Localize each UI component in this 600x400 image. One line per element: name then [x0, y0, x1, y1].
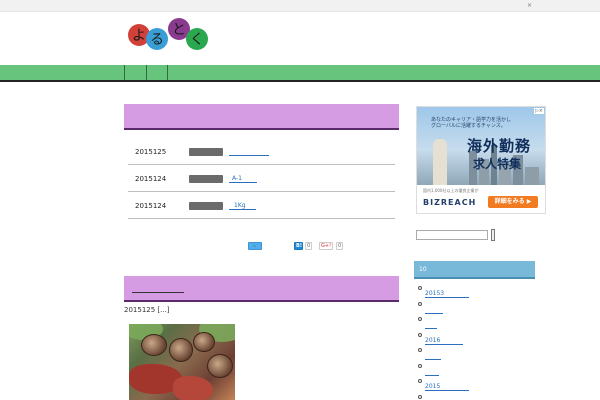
archive-link[interactable]: 2015: [425, 384, 469, 391]
logo-char-4: く: [186, 28, 208, 50]
archive-link[interactable]: [425, 322, 437, 329]
post-title-link[interactable]: [132, 292, 184, 293]
bizreach-ad-banner[interactable]: あなたのキャリア・語学力を活かし グローバルに活躍するチャンス。 海外勤務 求人…: [416, 106, 546, 214]
ad-close-icon[interactable]: ▷×: [533, 108, 544, 114]
merlion-statue: [433, 139, 447, 185]
post-panel-header: [124, 276, 399, 302]
bullet-icon: [418, 379, 422, 383]
nav-item-1[interactable]: [124, 65, 146, 80]
bullet-icon: [418, 363, 422, 368]
hatena-count: 0: [305, 242, 313, 250]
twitter-share-button[interactable]: 🐦: [248, 242, 262, 250]
bullet-icon: [418, 286, 422, 290]
ad-details-button[interactable]: 詳細をみる ▶: [488, 196, 538, 208]
main-nav: [0, 65, 600, 82]
news-link[interactable]: A-1: [229, 175, 257, 183]
archive-item: [418, 394, 478, 400]
news-category-badge[interactable]: [189, 202, 223, 210]
ad-small-text: 国内1,000社以上の優良企業が: [423, 188, 479, 193]
archive-item: [418, 301, 478, 314]
archive-item: 2015: [418, 379, 478, 391]
archive-item: [418, 348, 478, 360]
news-date: 2015125: [135, 148, 167, 156]
archive-link[interactable]: 2016: [425, 337, 463, 345]
close-icon[interactable]: ×: [527, 2, 532, 9]
twitter-icon: 🐦: [251, 243, 259, 249]
archive-link[interactable]: [425, 307, 443, 314]
logo-char-2: る: [146, 28, 168, 50]
nav-item-3[interactable]: [167, 65, 168, 80]
hatena-bookmark-button[interactable]: B!: [294, 242, 303, 250]
archive-link[interactable]: [425, 353, 441, 360]
news-item: 2015124 1Kg: [128, 192, 395, 219]
archive-title: 10: [419, 266, 427, 273]
archive-item: [418, 363, 478, 376]
archive-item: 2016: [418, 332, 478, 345]
news-item: 2015124 A-1: [128, 165, 395, 192]
ad-subtitle: あなたのキャリア・語学力を活かし グローバルに活躍するチャンス。: [431, 117, 512, 129]
ad-footer: 国内1,000社以上の優良企業が BIZREACH 詳細をみる ▶: [417, 185, 545, 213]
news-date: 2015124: [135, 202, 167, 210]
news-category-badge[interactable]: [189, 148, 223, 156]
archive-link[interactable]: [425, 369, 439, 376]
ad-brand-logo: BIZREACH: [423, 198, 477, 207]
news-item: 2015125: [128, 138, 395, 165]
top-bar: ×: [0, 0, 600, 12]
news-category-badge[interactable]: [189, 175, 223, 183]
news-date: 2015124: [135, 175, 167, 183]
archive-item: [418, 317, 478, 329]
ad-title: 海外勤務: [467, 137, 532, 155]
archive-widget-header: 10: [414, 261, 535, 279]
news-panel-header: [124, 104, 399, 130]
bullet-icon: [418, 348, 422, 352]
nav-item-2[interactable]: [146, 65, 167, 80]
ad-title-2: 求人特集: [473, 157, 522, 171]
archive-item: 20153: [418, 286, 478, 298]
search-input[interactable]: [416, 230, 488, 240]
news-link[interactable]: 1Kg: [229, 202, 256, 210]
bullet-icon: [418, 301, 422, 306]
bullet-icon: [418, 317, 422, 321]
search-button[interactable]: [491, 229, 495, 241]
news-link[interactable]: [229, 148, 269, 156]
archive-link[interactable]: 20153: [425, 291, 469, 298]
gplus-count: 0: [336, 242, 344, 250]
news-list: 2015125 2015124 A-1 2015124 1Kg: [128, 138, 395, 219]
bullet-icon: [418, 394, 422, 399]
post-meta: 2015125 [...]: [124, 306, 170, 314]
site-logo[interactable]: よ る と く: [126, 18, 210, 52]
post-thumbnail[interactable]: [129, 324, 235, 400]
bullet-icon: [418, 332, 422, 337]
gplus-button[interactable]: G+!: [319, 242, 334, 250]
